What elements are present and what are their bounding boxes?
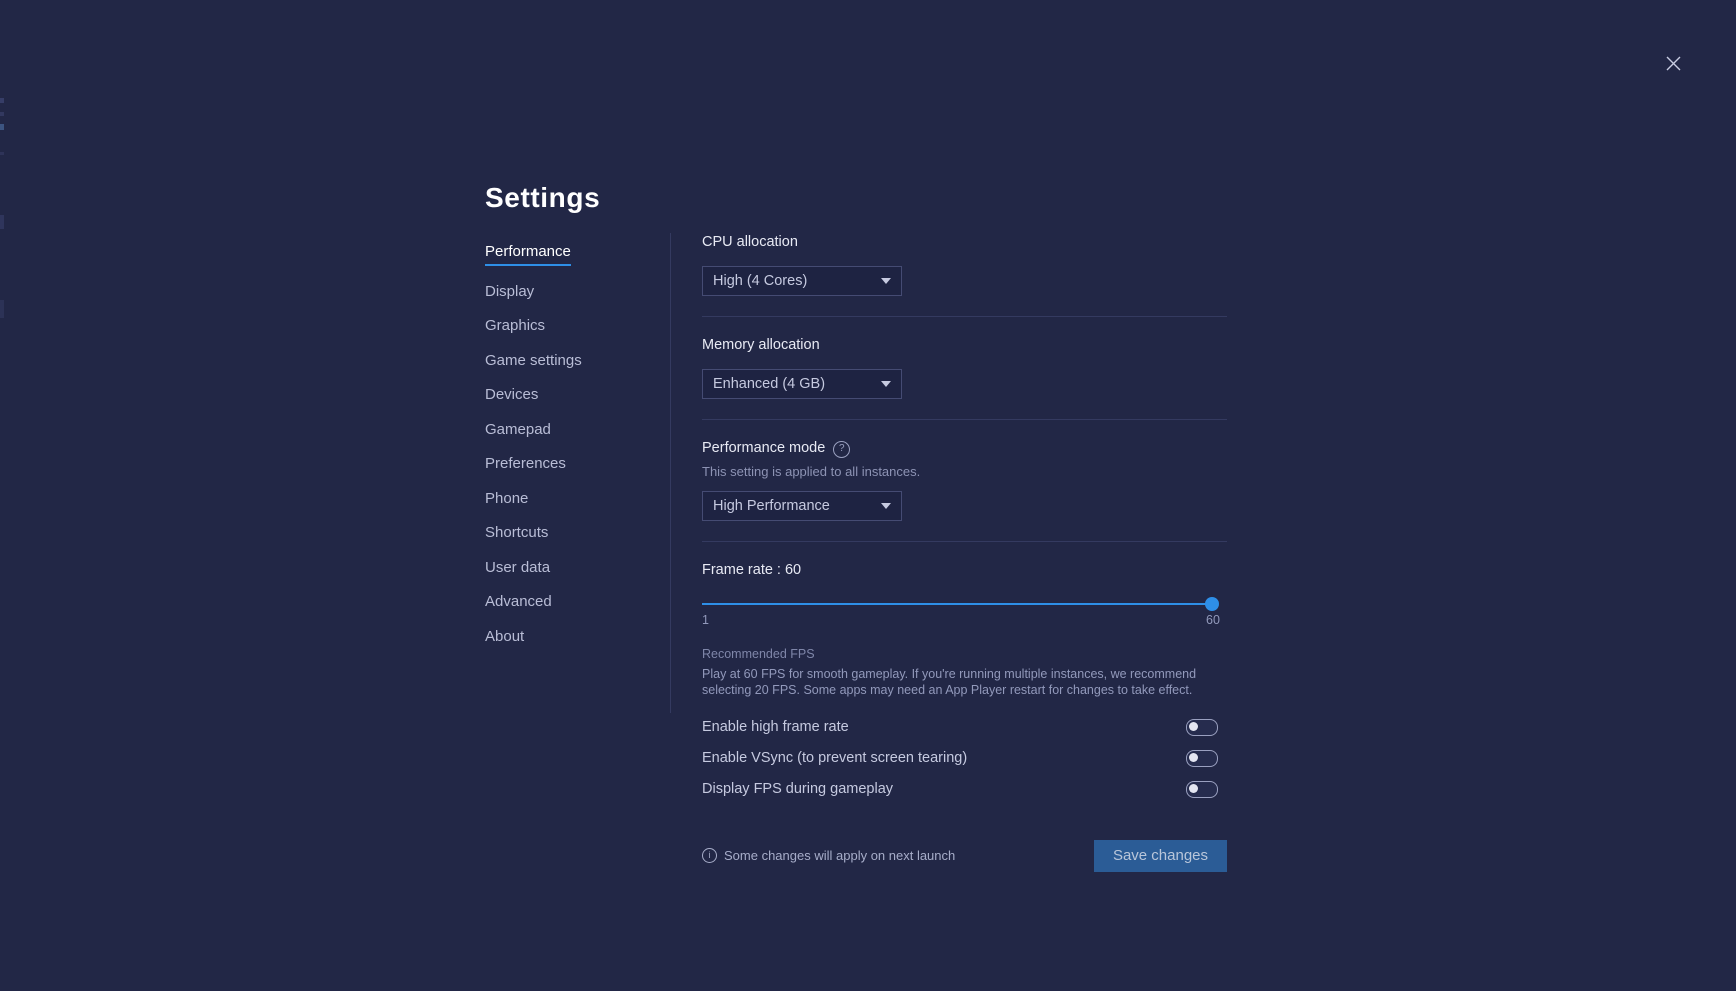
chevron-down-icon [881,381,891,387]
sidebar-item-advanced[interactable]: Advanced [485,593,552,611]
sidebar-item-label: Game settings [485,352,582,369]
frame-rate-slider[interactable]: 1 60 [702,594,1212,624]
recommended-fps-title: Recommended FPS [702,646,1227,663]
toggle-high-frame-rate[interactable] [1186,719,1218,736]
toggle-display-fps[interactable] [1186,781,1218,798]
sidebar-item-label: Shortcuts [485,524,548,541]
sidebar-item-game-settings[interactable]: Game settings [485,352,582,370]
toggle-row-high-frame-rate: Enable high frame rate [702,715,1227,740]
sidebar-item-user-data[interactable]: User data [485,559,550,577]
help-circle-icon[interactable]: ? [833,441,850,458]
memory-allocation-label: Memory allocation [702,336,1227,354]
sidebar-item-phone[interactable]: Phone [485,490,528,508]
toggle-row-display-fps: Display FPS during gameplay [702,777,1227,802]
performance-mode-value: High Performance [713,497,881,515]
sidebar-item-display[interactable]: Display [485,283,534,301]
settings-footer: i Some changes will apply on next launch… [702,840,1227,872]
close-icon [1666,56,1681,71]
sidebar-item-label: Graphics [485,317,545,334]
save-changes-button[interactable]: Save changes [1094,840,1227,872]
panel-divider [670,233,671,713]
slider-thumb[interactable] [1205,597,1219,611]
sidebar-item-label: Display [485,283,534,300]
toggle-row-vsync: Enable VSync (to prevent screen tearing) [702,746,1227,771]
cpu-allocation-value: High (4 Cores) [713,272,881,290]
sidebar-item-performance[interactable]: Performance [485,243,571,266]
toggle-knob [1189,784,1198,793]
sidebar-item-label: Performance [485,243,571,260]
performance-mode-sublabel: This setting is applied to all instances… [702,463,1227,480]
toggle-label: Enable VSync (to prevent screen tearing) [702,749,1186,767]
sidebar-item-label: Phone [485,490,528,507]
chevron-down-icon [881,278,891,284]
cpu-allocation-select[interactable]: High (4 Cores) [702,266,902,296]
recommended-fps-body: Play at 60 FPS for smooth gameplay. If y… [702,666,1212,698]
sidebar-item-devices[interactable]: Devices [485,386,538,404]
settings-sidebar: Performance Display Graphics Game settin… [485,243,655,662]
background-edge-artifacts [0,0,4,991]
page-title: Settings [485,182,600,214]
toggle-label: Enable high frame rate [702,718,1186,736]
sidebar-item-about[interactable]: About [485,628,524,646]
footer-note: i Some changes will apply on next launch [702,847,1094,864]
toggle-vsync[interactable] [1186,750,1218,767]
sidebar-item-label: Devices [485,386,538,403]
memory-allocation-value: Enhanced (4 GB) [713,375,881,393]
cpu-allocation-section: CPU allocation High (4 Cores) [702,233,1227,316]
memory-allocation-select[interactable]: Enhanced (4 GB) [702,369,902,399]
toggle-knob [1189,722,1198,731]
sidebar-item-label: Preferences [485,455,566,472]
sidebar-item-label: About [485,628,524,645]
performance-mode-label-text: Performance mode [702,440,825,456]
memory-allocation-section: Memory allocation Enhanced (4 GB) [702,317,1227,419]
sidebar-item-gamepad[interactable]: Gamepad [485,421,551,439]
frame-rate-label: Frame rate : 60 [702,561,1227,579]
chevron-down-icon [881,503,891,509]
frame-rate-section: Frame rate : 60 1 60 Recommended FPS Pla… [702,542,1227,872]
slider-min-label: 1 [702,613,709,627]
sidebar-item-label: Gamepad [485,421,551,438]
sidebar-item-preferences[interactable]: Preferences [485,455,566,473]
sidebar-item-graphics[interactable]: Graphics [485,317,545,335]
settings-content-panel: CPU allocation High (4 Cores) Memory all… [702,233,1227,872]
performance-mode-section: Performance mode? This setting is applie… [702,420,1227,541]
sidebar-item-label: Advanced [485,593,552,610]
slider-max-label: 60 [1206,613,1220,627]
performance-mode-label: Performance mode? [702,439,1227,458]
slider-fill [702,603,1212,605]
sidebar-item-shortcuts[interactable]: Shortcuts [485,524,548,542]
close-button[interactable] [1660,50,1686,76]
performance-mode-select[interactable]: High Performance [702,491,902,521]
cpu-allocation-label: CPU allocation [702,233,1227,251]
info-circle-icon: i [702,848,717,863]
footer-note-text: Some changes will apply on next launch [724,847,955,864]
sidebar-item-label: User data [485,559,550,576]
toggle-label: Display FPS during gameplay [702,780,1186,798]
toggle-knob [1189,753,1198,762]
toggle-group: Enable high frame rate Enable VSync (to … [702,715,1227,802]
